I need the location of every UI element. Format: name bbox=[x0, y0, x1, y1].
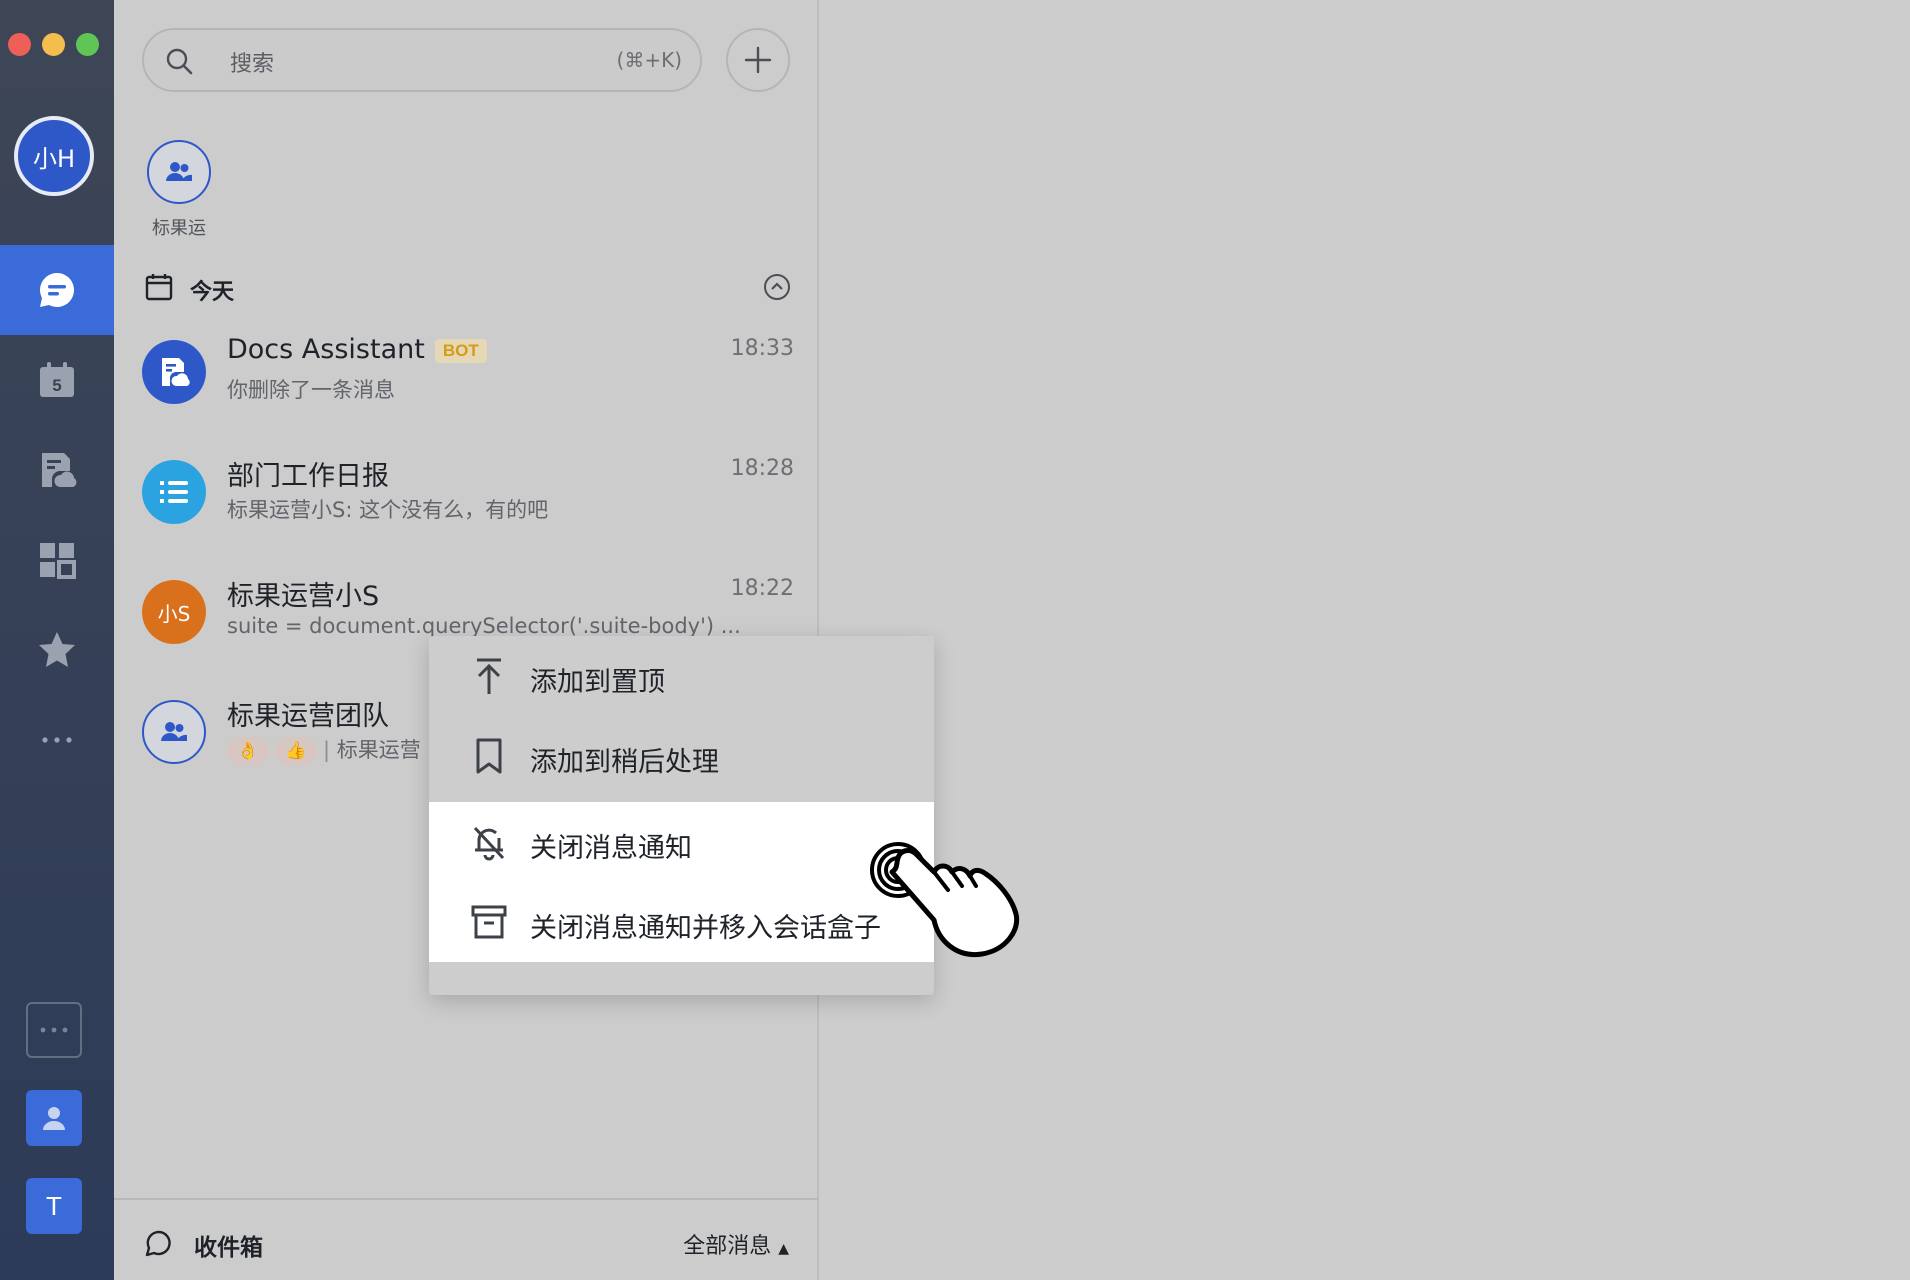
chat-avatar: 小S bbox=[142, 580, 206, 644]
rail-messenger-button[interactable] bbox=[0, 245, 114, 335]
team-avatar[interactable]: T bbox=[26, 1178, 82, 1234]
menu-item-label: 关闭消息通知 bbox=[530, 833, 692, 864]
search-input[interactable]: 搜索 (⌘+K) bbox=[142, 28, 702, 92]
more-icon bbox=[42, 737, 72, 743]
docs-icon bbox=[42, 453, 77, 487]
menu-item-pin-top[interactable]: 添加到置顶 bbox=[429, 636, 934, 716]
chat-avatar bbox=[142, 340, 206, 404]
section-title: 今天 bbox=[190, 280, 235, 305]
pinned-chat-avatar bbox=[147, 140, 211, 204]
search-icon bbox=[166, 48, 193, 75]
rail-workplace-button[interactable] bbox=[0, 515, 114, 605]
rail-favorites-button[interactable] bbox=[0, 605, 114, 695]
chat-icon bbox=[39, 273, 74, 307]
rail-extensions-button[interactable] bbox=[26, 1002, 82, 1058]
archive-box-icon bbox=[471, 905, 507, 939]
menu-item-mute[interactable]: 关闭消息通知 bbox=[429, 802, 934, 882]
list-icon bbox=[160, 481, 188, 503]
more-dots-icon bbox=[40, 1027, 68, 1033]
chat-time: 18:28 bbox=[730, 456, 794, 481]
calendar-icon: 5 bbox=[40, 362, 74, 397]
bell-off-icon bbox=[473, 826, 505, 861]
inbox-icon bbox=[145, 1230, 171, 1257]
chat-context-menu: 添加到置顶 添加到稍后处理 关闭消息通知 关闭消息通知并移入会话盒子 bbox=[429, 636, 934, 995]
rail-calendar-button[interactable]: 5 bbox=[0, 335, 114, 425]
bot-badge: BOT bbox=[434, 338, 487, 363]
docs-bot-icon bbox=[162, 358, 190, 386]
chat-name: 部门工作日报 bbox=[227, 461, 389, 492]
chat-time: 18:33 bbox=[730, 336, 794, 361]
pin-top-icon bbox=[477, 658, 501, 694]
group-icon bbox=[166, 162, 192, 181]
rail-docs-button[interactable] bbox=[0, 425, 114, 515]
chat-avatar bbox=[142, 460, 206, 524]
menu-item-later[interactable]: 添加到稍后处理 bbox=[429, 716, 934, 796]
rail-contacts-button[interactable] bbox=[26, 1090, 82, 1146]
app-rail: 小H 5 T bbox=[0, 0, 114, 1280]
person-icon bbox=[43, 1107, 65, 1130]
workplace-icon bbox=[40, 543, 76, 579]
menu-item-label: 关闭消息通知并移入会话盒子 bbox=[530, 913, 881, 944]
click-hand-cursor-icon bbox=[870, 842, 1020, 958]
chat-preview: 你删除了一条消息 bbox=[227, 378, 395, 402]
chat-preview: suite = document.querySelector('.suite-b… bbox=[227, 614, 741, 638]
plus-icon bbox=[744, 46, 772, 74]
menu-item-mute-and-archive[interactable]: 关闭消息通知并移入会话盒子 bbox=[429, 882, 934, 962]
chat-name: 标果运营团队 bbox=[227, 701, 389, 732]
collapse-icon[interactable] bbox=[762, 272, 792, 302]
chat-preview: 标果运营小S: 这个没有么，有的吧 bbox=[227, 498, 549, 522]
reaction-ok-icon: 👌 bbox=[227, 737, 269, 765]
search-shortcut: (⌘+K) bbox=[616, 48, 682, 72]
menu-item-label: 添加到稍后处理 bbox=[530, 747, 719, 778]
menu-item-label: 添加到置顶 bbox=[530, 667, 665, 698]
chat-item-daily-report[interactable]: 部门工作日报 18:28 标果运营小S: 这个没有么，有的吧 bbox=[142, 456, 794, 570]
chat-avatar bbox=[142, 700, 206, 764]
chat-item-docs-assistant[interactable]: Docs Assistant BOT 18:33 你删除了一条消息 bbox=[142, 334, 794, 450]
chat-preview: 标果运营 bbox=[336, 738, 421, 762]
inbox-bar: 收件箱 全部消息 ▲ bbox=[114, 1198, 819, 1280]
window-zoom-button[interactable] bbox=[76, 33, 99, 56]
section-header-today: 今天 bbox=[144, 270, 794, 306]
user-avatar[interactable]: 小H bbox=[14, 116, 94, 196]
window-close-button[interactable] bbox=[8, 33, 31, 56]
chat-name: 标果运营小S bbox=[227, 581, 380, 612]
reaction-thumbsup-icon: 👍 bbox=[275, 737, 317, 765]
pinned-chat-label: 标果运 bbox=[152, 218, 206, 239]
search-placeholder: 搜索 bbox=[230, 52, 275, 77]
favorites-icon bbox=[39, 632, 75, 667]
bookmark-icon bbox=[476, 738, 502, 774]
inbox-label: 收件箱 bbox=[194, 1235, 263, 1261]
rail-more-button[interactable] bbox=[0, 695, 114, 785]
pinned-chat[interactable]: 标果运 bbox=[144, 140, 214, 240]
chat-name: Docs Assistant BOT bbox=[227, 334, 487, 365]
add-button[interactable] bbox=[726, 28, 790, 92]
caret-up-icon: ▲ bbox=[778, 1241, 789, 1257]
message-filter-dropdown[interactable]: 全部消息 ▲ bbox=[683, 1228, 789, 1260]
group-icon bbox=[161, 722, 187, 741]
chat-time: 18:22 bbox=[730, 576, 794, 601]
calendar-outline-icon bbox=[145, 274, 173, 301]
svg-text:5: 5 bbox=[52, 376, 61, 395]
window-minimize-button[interactable] bbox=[42, 33, 65, 56]
